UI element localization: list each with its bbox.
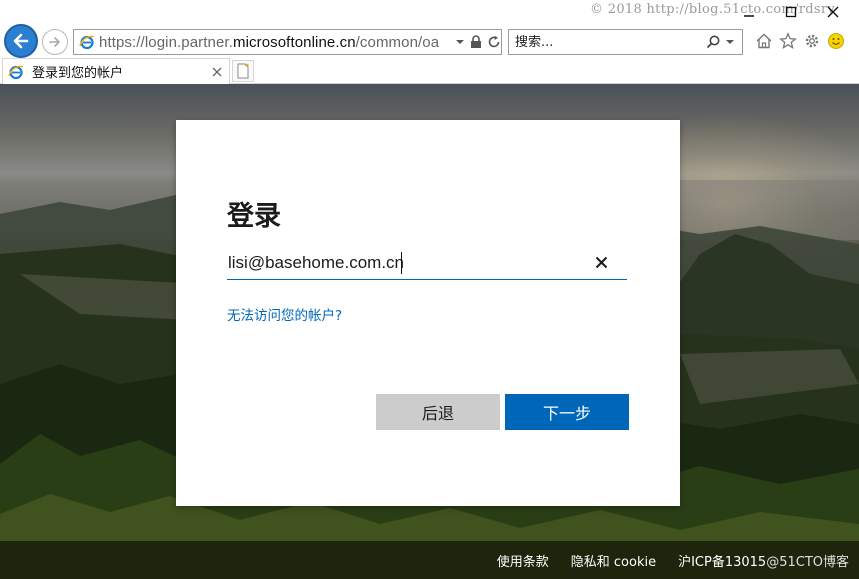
signin-card: 登录 无法访问您的帐户? 后退 下一步 xyxy=(176,120,680,506)
url-prefix: login.partner. xyxy=(144,33,233,51)
search-dropdown-icon[interactable] xyxy=(725,37,735,47)
smiley-icon xyxy=(828,33,844,49)
feedback-button[interactable] xyxy=(826,31,846,51)
star-icon xyxy=(779,32,797,49)
search-icon[interactable] xyxy=(705,34,721,50)
terms-link[interactable]: 使用条款 xyxy=(497,551,549,570)
privacy-link[interactable]: 隐私和 cookie xyxy=(571,551,656,570)
close-icon xyxy=(595,256,607,268)
browser-toolbar: © 2018 http://blog.51cto.com/rdsrv https… xyxy=(0,0,859,58)
url-host: microsoftonline.cn xyxy=(232,33,356,51)
home-icon xyxy=(756,33,772,49)
footer-links: 使用条款 隐私和 cookie 沪ICP备13015@51CTO博客 xyxy=(497,551,849,570)
address-tools xyxy=(455,35,501,49)
tab-ie-icon xyxy=(8,65,24,79)
settings-button[interactable] xyxy=(802,31,822,51)
minimize-icon[interactable] xyxy=(743,6,755,18)
window-controls xyxy=(743,6,839,18)
email-field-wrapper[interactable] xyxy=(227,246,627,280)
arrow-right-icon xyxy=(49,37,60,47)
search-box[interactable] xyxy=(508,29,743,55)
signin-title: 登录 xyxy=(227,201,281,232)
gear-icon xyxy=(805,34,819,48)
tab-signin[interactable]: 登录到您的帐户 xyxy=(2,58,230,84)
page-footer: 使用条款 隐私和 cookie 沪ICP备13015@51CTO博客 xyxy=(0,541,859,579)
new-tab-button[interactable] xyxy=(232,60,254,82)
browser-tools xyxy=(754,31,846,51)
footer-watermark: @51CTO博客 xyxy=(766,555,849,570)
home-button[interactable] xyxy=(754,31,774,51)
url-path: /common/oa xyxy=(355,33,440,51)
close-window-icon[interactable] xyxy=(827,6,839,18)
tab-close-icon[interactable] xyxy=(211,66,223,78)
favorites-button[interactable] xyxy=(778,31,798,51)
tab-strip: 登录到您的帐户 xyxy=(0,58,859,84)
lock-icon[interactable] xyxy=(470,35,482,49)
email-field[interactable] xyxy=(227,252,587,273)
address-bar[interactable]: https://login.partner.microsoftonline.cn… xyxy=(73,29,502,55)
icp-text: 沪ICP备13015 xyxy=(678,555,767,570)
next-button[interactable]: 下一步 xyxy=(505,394,629,430)
new-tab-icon xyxy=(237,63,249,79)
refresh-icon[interactable] xyxy=(487,35,501,49)
cant-access-account-link[interactable]: 无法访问您的帐户? xyxy=(227,304,342,324)
maximize-icon[interactable] xyxy=(785,6,797,18)
dropdown-arrow-icon[interactable] xyxy=(455,37,465,47)
search-input[interactable] xyxy=(509,34,699,50)
back-button[interactable] xyxy=(4,24,38,58)
forward-button[interactable] xyxy=(42,29,68,55)
text-caret xyxy=(401,252,402,274)
icp-link[interactable]: 沪ICP备13015@51CTO博客 xyxy=(678,551,849,570)
clear-input-button[interactable] xyxy=(591,252,611,272)
tab-title: 登录到您的帐户 xyxy=(32,66,124,81)
arrow-left-icon xyxy=(13,33,29,49)
ie-logo-icon xyxy=(79,35,95,50)
back-step-button[interactable]: 后退 xyxy=(376,394,500,430)
url-scheme: https:// xyxy=(99,33,145,51)
url-text[interactable]: https://login.partner.microsoftonline.cn… xyxy=(99,34,451,51)
